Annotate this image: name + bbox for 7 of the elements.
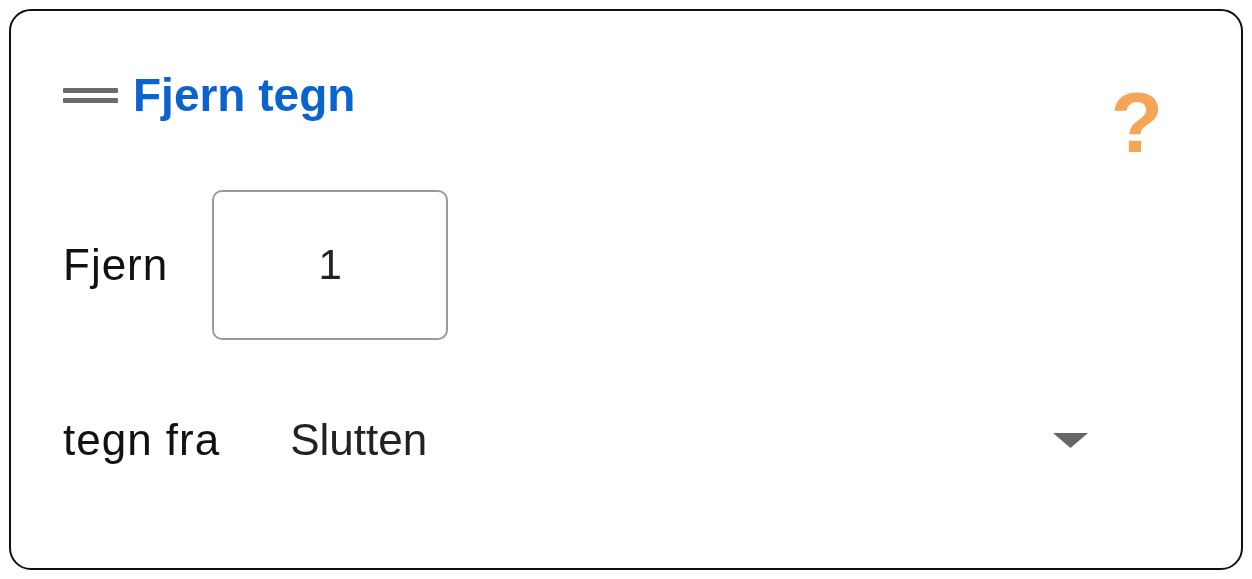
drag-handle-icon[interactable]	[63, 87, 118, 103]
number-field[interactable]: 1	[212, 190, 449, 340]
field-label: tegn fra	[63, 414, 221, 466]
block-title: Fjern tegn	[133, 68, 356, 123]
field-label: Fjern	[63, 239, 169, 291]
caret-icon	[1053, 432, 1089, 448]
dropdown[interactable]: Slutten	[290, 410, 1089, 470]
